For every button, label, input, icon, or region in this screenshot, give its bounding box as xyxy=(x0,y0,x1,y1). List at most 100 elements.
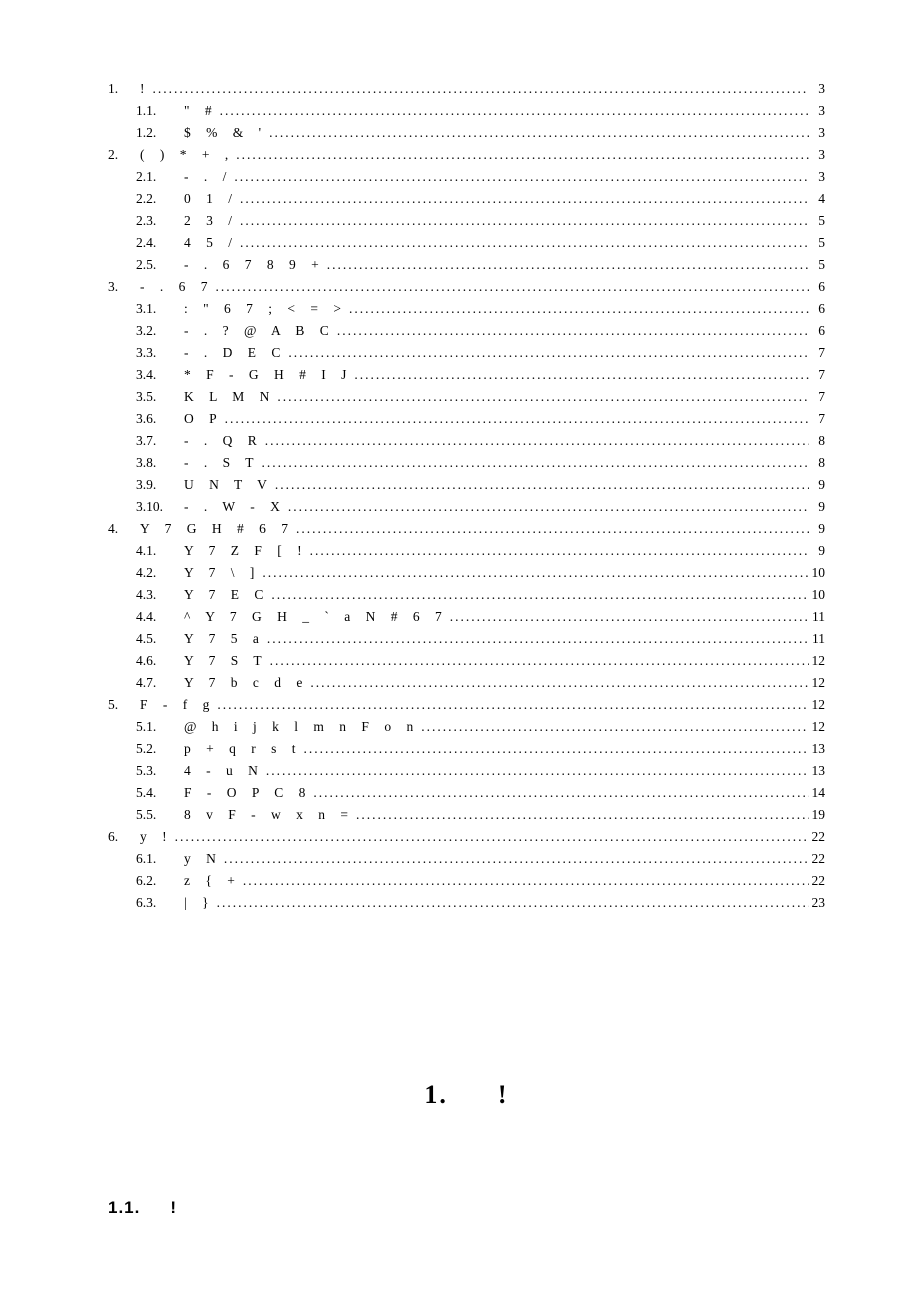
toc-entry[interactable]: 5.F - f g12 xyxy=(108,698,825,712)
toc-leader xyxy=(240,192,809,206)
toc-entry[interactable]: 3.9.U N T V9 xyxy=(108,478,825,492)
toc-title: Y 7 Z F [ ! xyxy=(180,544,308,558)
toc-leader xyxy=(288,346,809,360)
toc-leader xyxy=(240,214,809,228)
toc-leader xyxy=(153,82,810,96)
toc-leader xyxy=(217,896,809,910)
toc-title: | } xyxy=(180,896,215,910)
toc-number: 2.5. xyxy=(136,258,180,272)
toc-number: 6.2. xyxy=(136,874,180,888)
toc-leader xyxy=(262,566,809,580)
toc-page-number: 10 xyxy=(811,588,825,602)
toc-entry[interactable]: 3.8.- . S T8 xyxy=(108,456,825,470)
toc-number: 4.4. xyxy=(136,610,180,624)
toc-number: 4.3. xyxy=(136,588,180,602)
toc-entry[interactable]: 3.6.O P7 xyxy=(108,412,825,426)
toc-entry[interactable]: 3.3.- . D E C7 xyxy=(108,346,825,360)
toc-title: - . D E C xyxy=(180,346,286,360)
toc-number: 5.2. xyxy=(136,742,180,756)
toc-entry[interactable]: 1.1." #3 xyxy=(108,104,825,118)
toc-number: 4.2. xyxy=(136,566,180,580)
toc-number: 3.5. xyxy=(136,390,180,404)
toc-page-number: 12 xyxy=(811,720,825,734)
toc-entry[interactable]: 4.1.Y 7 Z F [ ! 9 xyxy=(108,544,825,558)
toc-entry[interactable]: 3.2.- . ? @ A B C6 xyxy=(108,324,825,338)
toc-entry[interactable]: 4.7.Y 7 b c d e12 xyxy=(108,676,825,690)
toc-leader xyxy=(267,632,809,646)
toc-leader xyxy=(304,742,810,756)
toc-number: 4.1. xyxy=(136,544,180,558)
toc-leader xyxy=(349,302,809,316)
toc-entry[interactable]: 5.4.F - O P C 814 xyxy=(108,786,825,800)
toc-entry[interactable]: 4.2.Y 7 \ ]10 xyxy=(108,566,825,580)
toc-title: 4 - u N xyxy=(180,764,264,778)
toc-title: Y 7 E C xyxy=(180,588,269,602)
toc-title: - . / xyxy=(180,170,232,184)
toc-title: p + q r s t xyxy=(180,742,302,756)
toc-entry[interactable]: 2.4.4 5 /5 xyxy=(108,236,825,250)
toc-entry[interactable]: 4.4.^ Y 7 G H _ ` a N # 6 711 xyxy=(108,610,825,624)
toc-number: 3.3. xyxy=(136,346,180,360)
toc-entry[interactable]: 1.2.$ % & '3 xyxy=(108,126,825,140)
toc-leader xyxy=(450,610,809,624)
toc-page-number: 7 xyxy=(811,412,825,426)
toc-entry[interactable]: 4.6.Y 7 S T12 xyxy=(108,654,825,668)
toc-title: F - f g xyxy=(136,698,215,712)
toc-page-number: 23 xyxy=(811,896,825,910)
toc-entry[interactable]: 3.4.* F - G H # I J7 xyxy=(108,368,825,382)
toc-page-number: 11 xyxy=(811,632,825,646)
toc-leader xyxy=(296,522,809,536)
toc-entry[interactable]: 3.7.- . Q R8 xyxy=(108,434,825,448)
toc-title: - . S T xyxy=(180,456,260,470)
toc-number: 3.2. xyxy=(136,324,180,338)
toc-entry[interactable]: 6.2.z { +22 xyxy=(108,874,825,888)
toc-title: : " 6 7 ; < = > xyxy=(180,302,347,316)
toc-leader xyxy=(310,544,809,558)
toc-entry[interactable]: 2.3.2 3 /5 xyxy=(108,214,825,228)
toc-entry[interactable]: 2.2.0 1 /4 xyxy=(108,192,825,206)
toc-number: 6.3. xyxy=(136,896,180,910)
toc-entry[interactable]: 4.5.Y 7 5 a11 xyxy=(108,632,825,646)
toc-entry[interactable]: 5.3.4 - u N13 xyxy=(108,764,825,778)
toc-entry[interactable]: 3.5.K L M N7 xyxy=(108,390,825,404)
toc-page-number: 14 xyxy=(811,786,825,800)
toc-entry[interactable]: 5.5.8 v F - w x n =19 xyxy=(108,808,825,822)
toc-title: * F - G H # I J xyxy=(180,368,352,382)
toc-leader xyxy=(327,258,809,272)
toc-entry[interactable]: 3.1.: " 6 7 ; < = >6 xyxy=(108,302,825,316)
toc-entry[interactable]: 3.- . 6 76 xyxy=(108,280,825,294)
section-number: 1. xyxy=(424,1080,448,1109)
toc-number: 1.1. xyxy=(136,104,180,118)
toc-entry[interactable]: 5.1.@ h i j k l m n F o n12 xyxy=(108,720,825,734)
toc-leader xyxy=(313,786,809,800)
toc-entry[interactable]: 1.!3 xyxy=(108,82,825,96)
toc-title: y N xyxy=(180,852,222,866)
toc-page-number: 3 xyxy=(811,126,825,140)
toc-leader xyxy=(310,676,809,690)
toc-entry[interactable]: 5.2.p + q r s t13 xyxy=(108,742,825,756)
toc-number: 4. xyxy=(108,522,136,536)
toc-page-number: 3 xyxy=(811,148,825,162)
toc-entry[interactable]: 2.5.- . 6 7 8 9 +5 xyxy=(108,258,825,272)
toc-number: 4.7. xyxy=(136,676,180,690)
toc-number: 5.3. xyxy=(136,764,180,778)
toc-title: - . 6 7 8 9 + xyxy=(180,258,325,272)
toc-page-number: 9 xyxy=(811,500,825,514)
toc-entry[interactable]: 2.1.- . /3 xyxy=(108,170,825,184)
toc-title: Y 7 G H # 6 7 xyxy=(136,522,294,536)
toc-page-number: 9 xyxy=(811,544,825,558)
toc-number: 3.7. xyxy=(136,434,180,448)
toc-entry[interactable]: 3.10.- . W - X9 xyxy=(108,500,825,514)
toc-entry[interactable]: 6.3.| } 23 xyxy=(108,896,825,910)
toc-page-number: 5 xyxy=(811,236,825,250)
toc-entry[interactable]: 4.3.Y 7 E C 10 xyxy=(108,588,825,602)
subsection-number: 1.1. xyxy=(108,1198,140,1217)
toc-entry[interactable]: 2.( ) * + ,3 xyxy=(108,148,825,162)
toc-leader xyxy=(271,588,809,602)
toc-entry[interactable]: 6.1.y N22 xyxy=(108,852,825,866)
toc-page-number: 6 xyxy=(811,302,825,316)
toc-entry[interactable]: 6.y !22 xyxy=(108,830,825,844)
toc-leader xyxy=(269,126,809,140)
toc-entry[interactable]: 4.Y 7 G H # 6 79 xyxy=(108,522,825,536)
toc-page-number: 3 xyxy=(811,104,825,118)
